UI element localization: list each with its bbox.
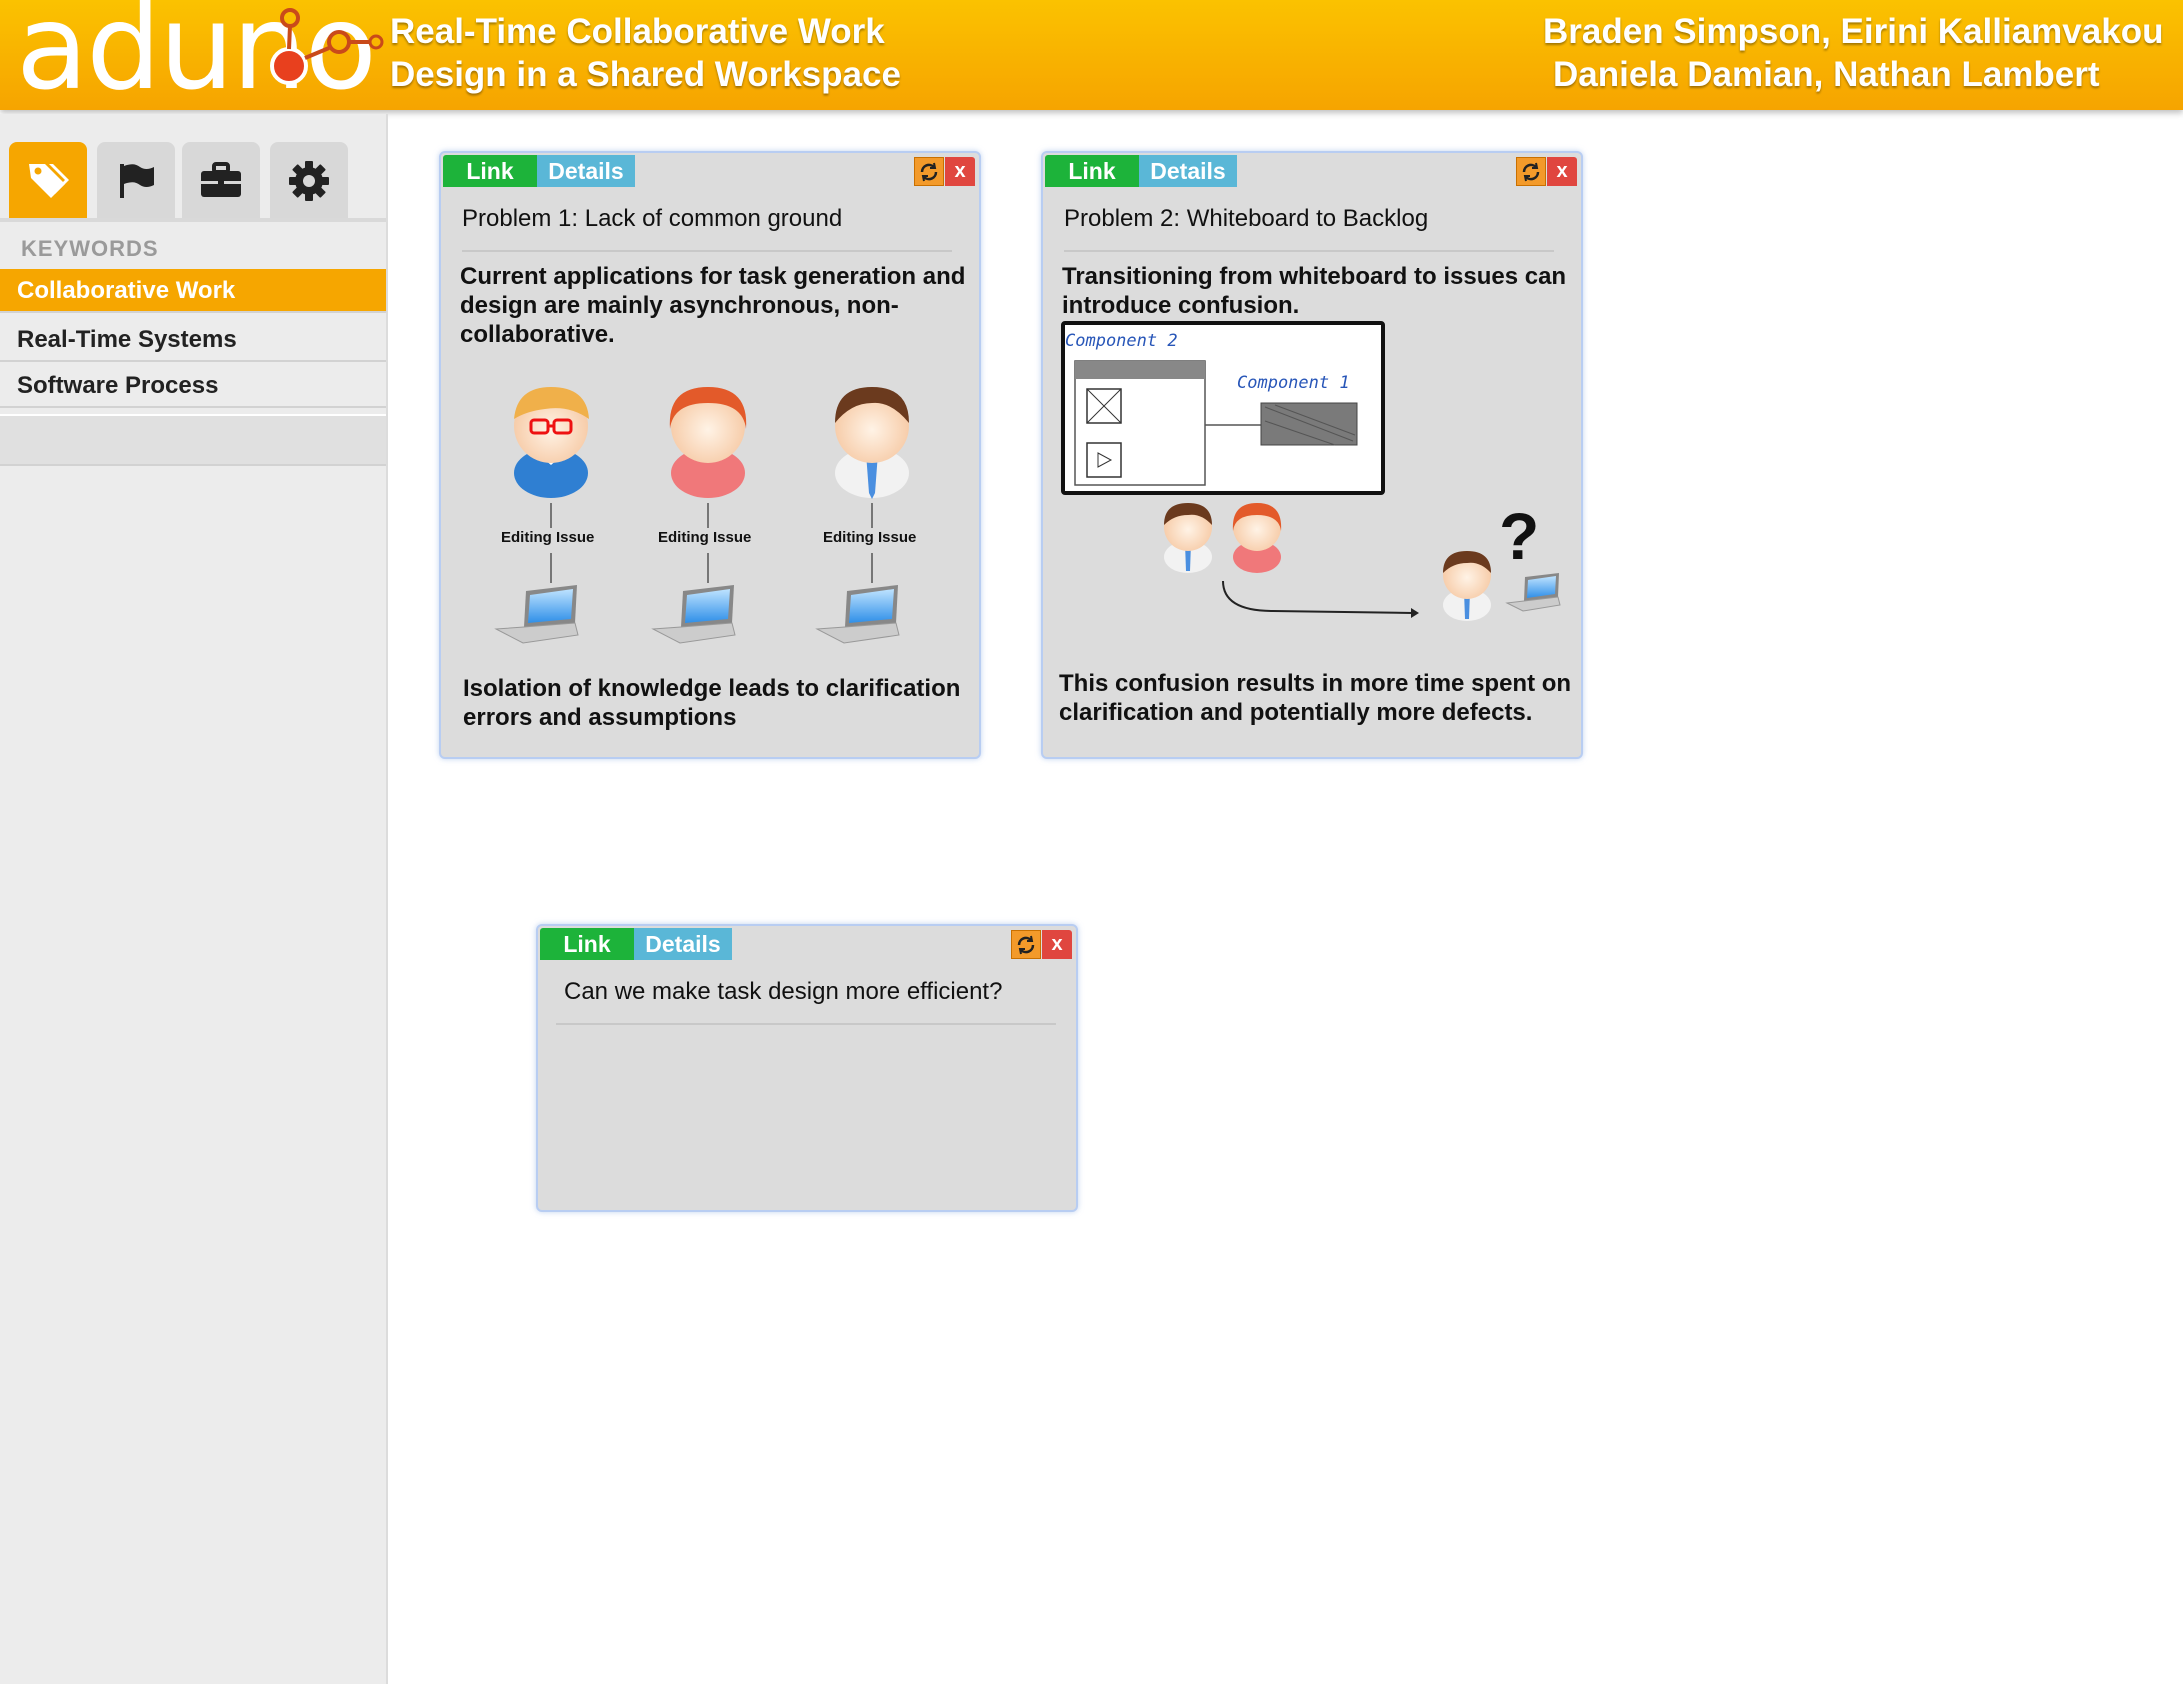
flag-icon bbox=[120, 164, 154, 198]
details-tab[interactable]: Details bbox=[1139, 155, 1237, 187]
laptop-icon bbox=[815, 585, 900, 644]
keywords-heading: KEYWORDS bbox=[21, 236, 159, 261]
tab-flags[interactable] bbox=[97, 142, 175, 220]
keyword-real-time-systems[interactable]: Real-Time Systems bbox=[0, 318, 386, 362]
editing-issue-label: Editing Issue bbox=[501, 529, 595, 546]
refresh-button[interactable] bbox=[914, 157, 944, 186]
card-problem-2[interactable]: Link Details x Problem 2: Whiteboard to … bbox=[1041, 151, 1583, 759]
refresh-icon bbox=[1522, 162, 1540, 181]
person-tie-icon bbox=[1443, 551, 1491, 621]
tag-icon bbox=[29, 164, 69, 198]
card-description: Current applications for task generation… bbox=[460, 263, 966, 348]
person-redhead-icon bbox=[669, 387, 747, 498]
component-1-label: Component 1 bbox=[1237, 373, 1350, 393]
gear-icon bbox=[289, 161, 329, 201]
person-tie-icon bbox=[1164, 503, 1212, 573]
keyword-software-process[interactable]: Software Process bbox=[0, 364, 386, 408]
briefcase-icon bbox=[201, 162, 241, 197]
header-title-line2: Design in a Shared Workspace bbox=[390, 55, 901, 94]
close-button[interactable]: x bbox=[1547, 157, 1577, 186]
app-header: aduno Real-Time Collaborative Work Desig… bbox=[0, 0, 2183, 110]
title-divider bbox=[1064, 250, 1554, 252]
refresh-icon bbox=[1017, 935, 1035, 954]
refresh-button[interactable] bbox=[1011, 930, 1041, 959]
keyword-collaborative-work[interactable]: Collaborative Work bbox=[0, 269, 386, 313]
aduno-logo[interactable]: aduno bbox=[8, 0, 388, 110]
link-tab[interactable]: Link bbox=[1045, 155, 1139, 187]
laptop-icon bbox=[1505, 573, 1561, 612]
card-title: Can we make task design more efficient? bbox=[564, 978, 1003, 1005]
tab-bar-divider bbox=[0, 218, 386, 222]
header-authors-line1: Braden Simpson, Eirini Kalliamvakou bbox=[1543, 12, 2164, 51]
sidebar: KEYWORDS Collaborative Work Real-Time Sy… bbox=[0, 114, 388, 1684]
refresh-icon bbox=[920, 162, 938, 181]
card-title: Problem 2: Whiteboard to Backlog bbox=[1064, 205, 1429, 232]
title-divider bbox=[462, 250, 952, 252]
question-mark-icon: ? bbox=[1499, 499, 1540, 573]
card-question[interactable]: Link Details x Can we make task design m… bbox=[536, 924, 1078, 1212]
link-tab[interactable]: Link bbox=[443, 155, 537, 187]
keyword-empty-slot bbox=[0, 414, 386, 466]
close-button[interactable]: x bbox=[945, 157, 975, 186]
editing-issue-label: Editing Issue bbox=[823, 529, 917, 546]
tab-settings[interactable] bbox=[270, 142, 348, 220]
collaboration-figure bbox=[494, 387, 909, 644]
component-2-label: Component 2 bbox=[1065, 331, 1178, 351]
refresh-button[interactable] bbox=[1516, 157, 1546, 186]
card-conclusion: Isolation of knowledge leads to clarific… bbox=[463, 675, 961, 731]
card-description: Transitioning from whiteboard to issues … bbox=[1062, 263, 1567, 319]
card-title: Problem 1: Lack of common ground bbox=[462, 205, 843, 232]
person-redhead-icon bbox=[1232, 503, 1282, 573]
header-title-line1: Real-Time Collaborative Work bbox=[390, 12, 885, 51]
laptop-icon bbox=[651, 585, 736, 644]
card-problem-1[interactable]: Link Details x Problem 1: Lack of common… bbox=[439, 151, 981, 759]
person-tie-icon bbox=[835, 387, 909, 499]
person-glasses-icon bbox=[514, 387, 589, 498]
header-authors-line2: Daniela Damian, Nathan Lambert bbox=[1553, 55, 2100, 94]
editing-issue-label: Editing Issue bbox=[658, 529, 752, 546]
laptop-icon bbox=[494, 585, 579, 644]
details-tab[interactable]: Details bbox=[537, 155, 635, 187]
tab-keywords[interactable] bbox=[9, 142, 87, 220]
card-conclusion: This confusion results in more time spen… bbox=[1059, 670, 1572, 726]
logo-nodes-icon bbox=[270, 8, 384, 85]
title-divider bbox=[556, 1023, 1056, 1025]
close-button[interactable]: x bbox=[1042, 930, 1072, 959]
link-tab[interactable]: Link bbox=[540, 928, 634, 960]
details-tab[interactable]: Details bbox=[634, 928, 732, 960]
tab-projects[interactable] bbox=[182, 142, 260, 220]
whiteboard-sketch: Component 2 Component 1 bbox=[1061, 321, 1385, 495]
